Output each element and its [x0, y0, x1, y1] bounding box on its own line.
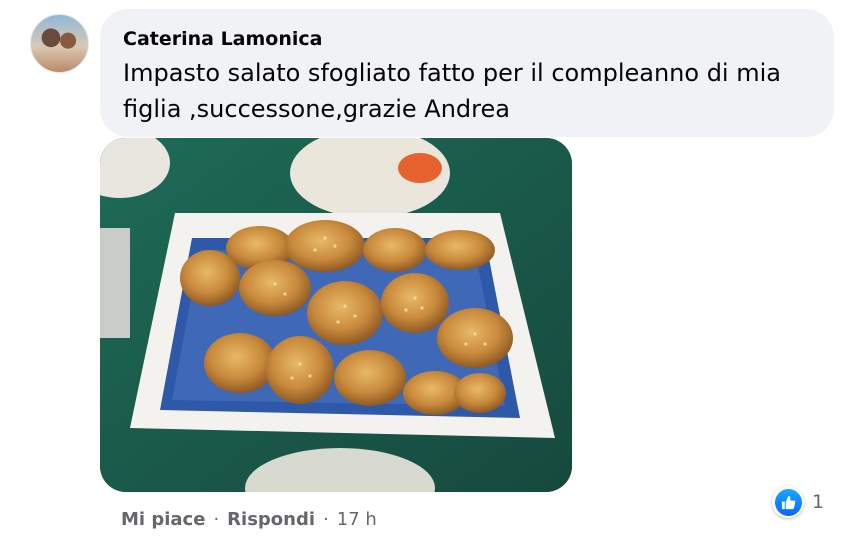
- comment-bubble: Caterina Lamonica Impasto salato sfoglia…: [100, 9, 834, 137]
- like-button[interactable]: Mi piace: [121, 509, 205, 530]
- avatar[interactable]: [30, 14, 89, 73]
- like-icon: [781, 495, 795, 509]
- comment-actions: Mi piace · Rispondi · 17 h: [121, 506, 377, 532]
- comment-timestamp[interactable]: 17 h: [337, 509, 377, 530]
- reactions-summary[interactable]: 1: [772, 485, 832, 519]
- photo-pastries-tray: [100, 138, 572, 492]
- comment-photo[interactable]: [100, 138, 572, 492]
- comment-author[interactable]: Caterina Lamonica: [123, 27, 814, 51]
- action-separator: ·: [323, 508, 329, 530]
- action-separator: ·: [213, 508, 220, 530]
- like-reaction-badge: [772, 486, 804, 518]
- reaction-count: 1: [812, 491, 825, 513]
- comment-text: Impasto salato sfogliato fatto per il co…: [123, 59, 781, 123]
- reply-button[interactable]: Rispondi: [227, 509, 315, 530]
